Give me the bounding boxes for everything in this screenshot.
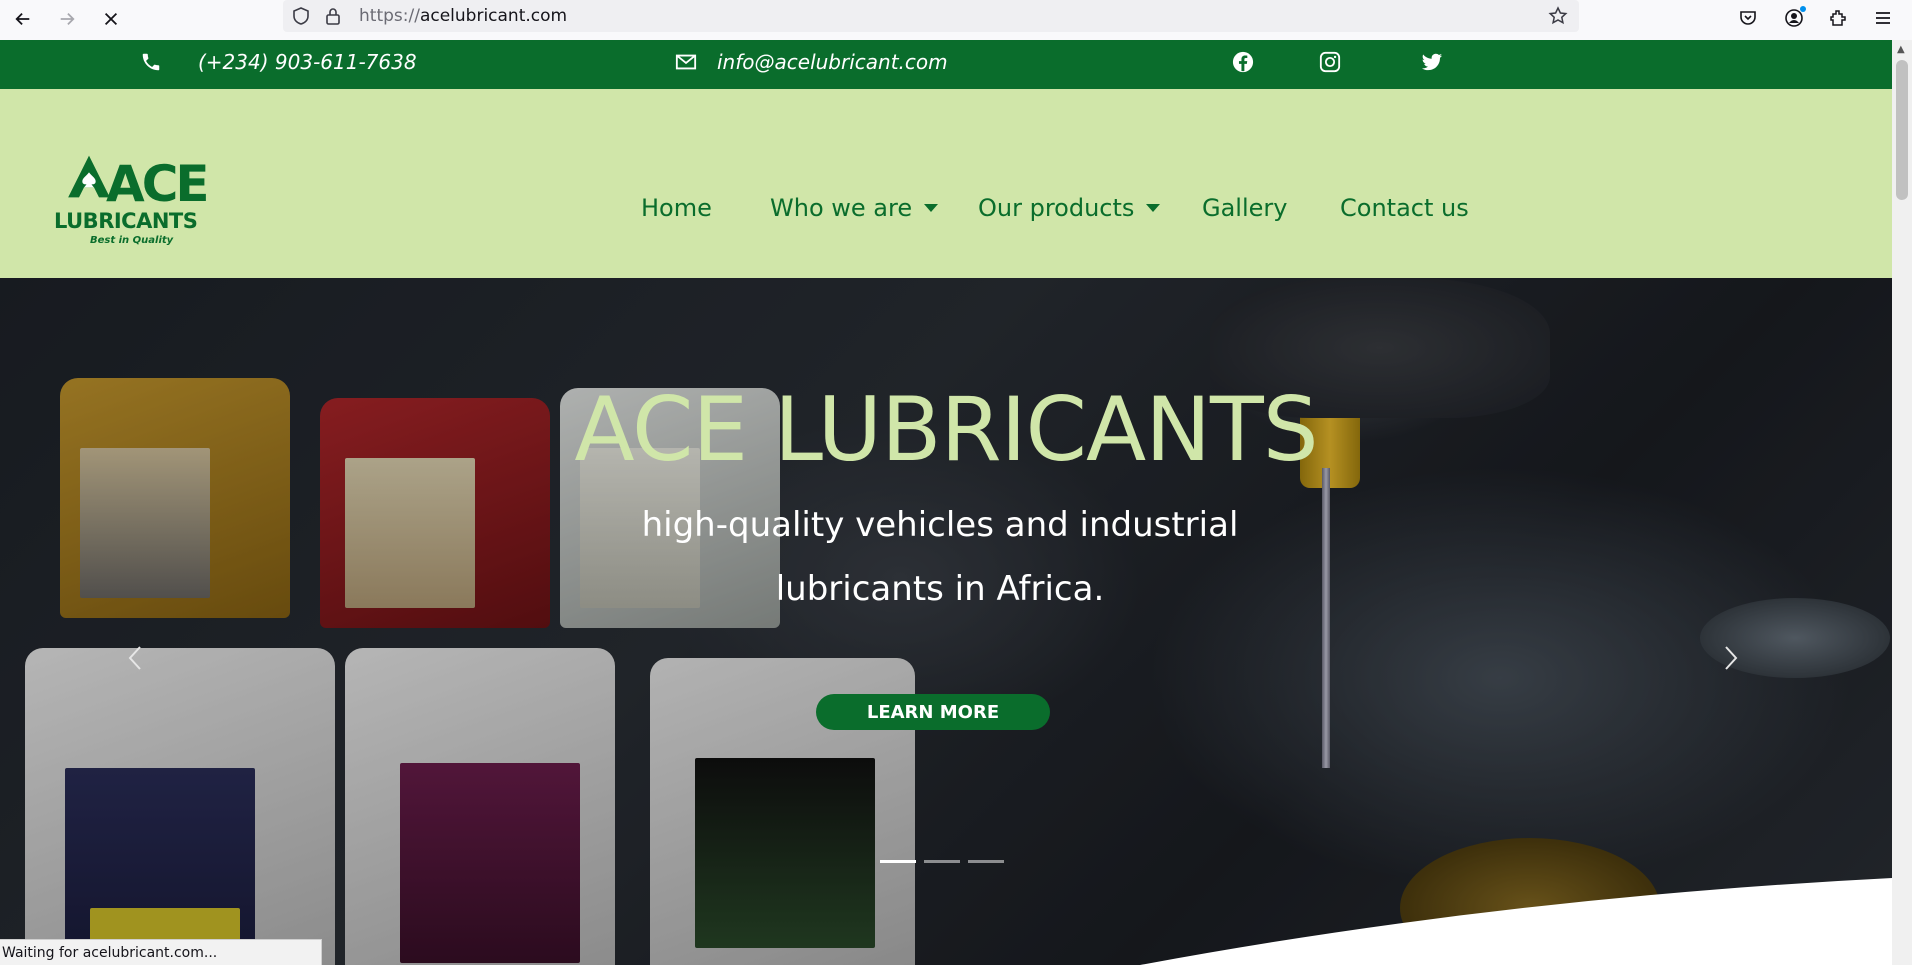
forward-button[interactable] bbox=[52, 4, 82, 34]
scroll-up-icon[interactable]: ▲ bbox=[1897, 44, 1907, 55]
twitter-icon bbox=[1421, 53, 1443, 71]
caret-down-icon bbox=[924, 204, 939, 212]
twitter-link[interactable] bbox=[1421, 51, 1445, 75]
contact-topbar: (+234) 903-611-7638 info@acelubricant.co… bbox=[0, 40, 1892, 89]
caret-down-icon bbox=[1146, 204, 1161, 212]
browser-toolbar: https://acelubricant.com bbox=[0, 0, 1912, 40]
facebook-link[interactable] bbox=[1232, 51, 1256, 75]
arrow-left-icon bbox=[15, 12, 30, 26]
nav-home[interactable]: Home bbox=[641, 194, 712, 222]
email-contact[interactable]: info@acelubricant.com bbox=[675, 50, 948, 74]
lock-icon[interactable] bbox=[323, 6, 343, 26]
arrow-right-icon bbox=[60, 12, 75, 26]
hero-bottom-curve bbox=[1140, 878, 1892, 965]
pocket-icon[interactable] bbox=[1734, 4, 1762, 32]
address-bar[interactable]: https://acelubricant.com bbox=[283, 0, 1579, 32]
email-address: info@acelubricant.com bbox=[717, 50, 948, 74]
nav-gallery[interactable]: Gallery bbox=[1202, 194, 1287, 222]
logo-tagline: Best in Quality bbox=[90, 235, 174, 246]
hero-carousel: ACE LUBRICANTS high-quality vehicles and… bbox=[0, 278, 1892, 965]
back-button[interactable] bbox=[8, 4, 38, 34]
url-text: https://acelubricant.com bbox=[359, 6, 568, 26]
facebook-icon bbox=[1232, 51, 1254, 73]
menu-icon[interactable] bbox=[1869, 4, 1897, 32]
scrollbar-thumb[interactable] bbox=[1896, 60, 1908, 200]
extensions-icon[interactable] bbox=[1824, 4, 1852, 32]
phone-icon bbox=[142, 53, 160, 71]
phone-number: (+234) 903-611-7638 bbox=[198, 50, 417, 74]
notification-dot-icon bbox=[1800, 6, 1806, 12]
phone-contact[interactable]: (+234) 903-611-7638 bbox=[140, 50, 417, 74]
shield-icon[interactable] bbox=[291, 6, 311, 26]
website-viewport: (+234) 903-611-7638 info@acelubricant.co… bbox=[0, 40, 1892, 965]
instagram-icon bbox=[1319, 51, 1341, 73]
close-icon bbox=[104, 12, 118, 26]
account-icon[interactable] bbox=[1780, 4, 1808, 32]
site-header: ACE LUBRICANTS Best in Quality Home Who … bbox=[0, 89, 1892, 278]
envelope-icon bbox=[675, 54, 697, 70]
stop-loading-button[interactable] bbox=[96, 4, 126, 34]
bookmark-star-icon[interactable] bbox=[1548, 6, 1568, 26]
nav-who-we-are[interactable]: Who we are bbox=[770, 194, 939, 222]
page-scrollbar[interactable]: ▲ bbox=[1892, 40, 1912, 965]
nav-contact-us[interactable]: Contact us bbox=[1340, 194, 1469, 222]
browser-status-bar: Waiting for acelubricant.com... bbox=[0, 939, 322, 965]
instagram-link[interactable] bbox=[1319, 51, 1343, 75]
nav-our-products[interactable]: Our products bbox=[978, 194, 1161, 222]
main-navigation: Home Who we are Our products Gallery Con… bbox=[0, 194, 1892, 234]
